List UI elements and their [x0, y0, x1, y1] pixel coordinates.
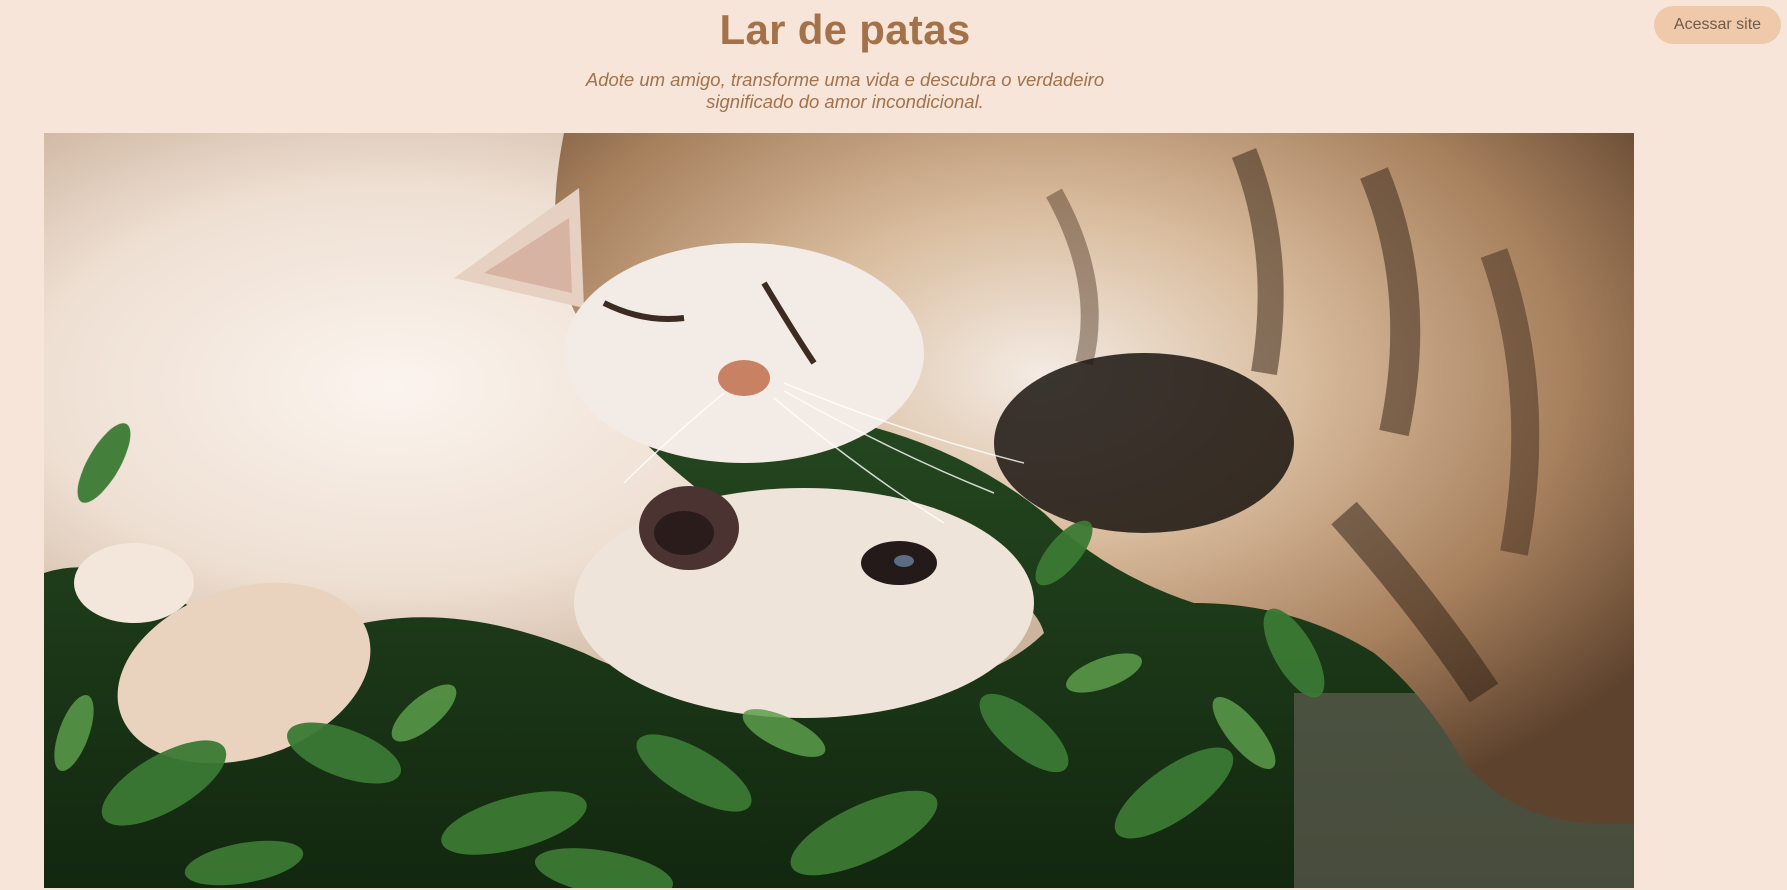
subtitle-line-1: Adote um amigo, transforme uma vida e de…	[585, 69, 1105, 90]
cat-and-dog-photo	[44, 133, 1634, 888]
hero-image	[44, 133, 1634, 888]
subtitle-line-2: significado do amor incondicional.	[706, 91, 984, 112]
landing-page: Lar de patas Adote um amigo, transforme …	[0, 0, 1787, 890]
page-subtitle: Adote um amigo, transforme uma vida e de…	[545, 69, 1145, 113]
page-title: Lar de patas	[719, 6, 971, 53]
access-site-button[interactable]: Acessar site	[1654, 6, 1781, 44]
